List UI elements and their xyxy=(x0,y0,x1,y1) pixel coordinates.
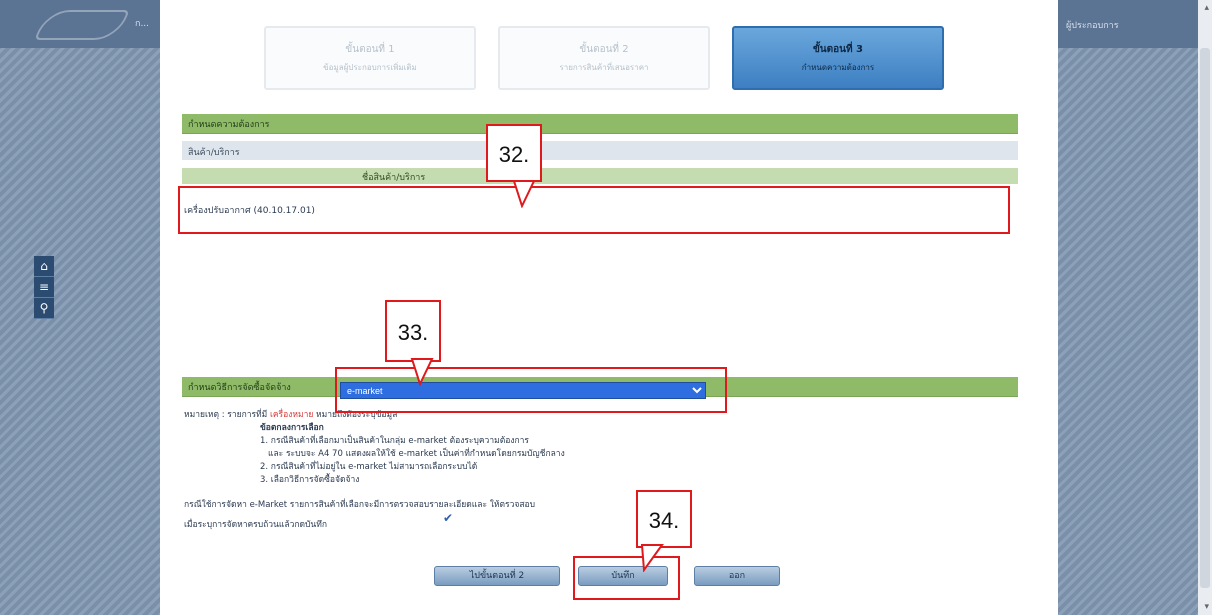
highlight-box-32 xyxy=(178,186,1010,234)
section-title: กำหนดความต้องการ xyxy=(188,120,270,130)
list-icon[interactable]: ≡ xyxy=(34,277,54,298)
back-step-2-button[interactable]: ไปขั้นตอนที่ 2 xyxy=(434,566,560,586)
callout-34: 34. xyxy=(636,490,692,548)
right-background: ผู้ประกอบการ ▴ ▾ xyxy=(1058,0,1212,615)
scrollbar[interactable]: ▴ ▾ xyxy=(1198,0,1212,615)
notes-heading: ข้อตกลงการเลือก xyxy=(260,423,324,433)
step-3-title: ขั้นตอนที่ 3 xyxy=(812,44,864,55)
step-2-title: ขั้นตอนที่ 2 xyxy=(579,44,629,55)
check-icon: ✔ xyxy=(443,511,454,525)
note-line-5: เมื่อระบุการจัดหาครบถ้วนแล้วกดบันทึก xyxy=(184,520,327,530)
column-header-label: ชื่อสินค้า/บริการ xyxy=(362,173,426,183)
scroll-down-icon[interactable]: ▾ xyxy=(1204,602,1209,612)
callout-32-pointer xyxy=(512,180,536,208)
section-header: กำหนดความต้องการ xyxy=(182,114,1018,134)
scrollbar-thumb[interactable] xyxy=(1200,48,1210,588)
step-1-title: ขั้นตอนที่ 1 xyxy=(345,44,395,55)
callout-33-pointer xyxy=(410,358,434,386)
remark-marker: เครื่องหมาย xyxy=(269,410,314,420)
note-line-2: 2. กรณีสินค้าที่ไม่อยู่ใน e-market ไม่สา… xyxy=(260,462,478,472)
step-2[interactable]: ขั้นตอนที่ 2 รายการสินค้าที่เสนอราคา xyxy=(498,26,710,90)
side-toolbar: ⌂ ≡ ⚲ xyxy=(34,256,54,319)
home-icon[interactable]: ⌂ xyxy=(34,256,54,277)
note-line-3: 3. เลือกวิธีการจัดซื้อจัดจ้าง xyxy=(260,475,360,485)
header-text-right: ผู้ประกอบการ xyxy=(1066,21,1119,31)
callout-34-pointer xyxy=(640,544,664,572)
step-2-subtitle: รายการสินค้าที่เสนอราคา xyxy=(559,63,649,72)
step-1[interactable]: ขั้นตอนที่ 1 ข้อมูลผู้ประกอบการเพิ่มเติม xyxy=(264,26,476,90)
main-panel: ขั้นตอนที่ 1 ข้อมูลผู้ประกอบการเพิ่มเติม… xyxy=(160,0,1058,615)
category-label: กำหนดวิธีการจัดซื้อจัดจ้าง xyxy=(188,383,291,393)
step-1-subtitle: ข้อมูลผู้ประกอบการเพิ่มเติม xyxy=(323,63,417,72)
left-background: ก... xyxy=(0,0,160,615)
step-3[interactable]: ขั้นตอนที่ 3 กำหนดความต้องการ xyxy=(732,26,944,90)
highlight-box-33 xyxy=(335,367,727,413)
callout-33: 33. xyxy=(385,300,441,362)
list-header-label: สินค้า/บริการ xyxy=(188,148,240,158)
scroll-up-icon[interactable]: ▴ xyxy=(1204,3,1209,13)
remark-prefix: หมายเหตุ : รายการที่มี xyxy=(184,410,268,420)
column-header: ชื่อสินค้า/บริการ xyxy=(182,168,1018,184)
note-line-1: 1. กรณีสินค้าที่เลือกมาเป็นสินค้าในกลุ่ม… xyxy=(260,436,529,446)
search-icon[interactable]: ⚲ xyxy=(34,298,54,319)
exit-button[interactable]: ออก xyxy=(694,566,780,586)
callout-32: 32. xyxy=(486,124,542,182)
step-3-subtitle: กำหนดความต้องการ xyxy=(801,63,875,72)
header-text-left: ก... xyxy=(135,19,150,29)
note-line-4: กรณีใช้การจัดหา e-Market รายการสินค้าที่… xyxy=(184,500,536,510)
note-line-1b: และ ระบบจะ A4 70 แสดงผลให้ใช้ e-market เ… xyxy=(268,449,565,459)
list-header: สินค้า/บริการ xyxy=(182,141,1018,160)
